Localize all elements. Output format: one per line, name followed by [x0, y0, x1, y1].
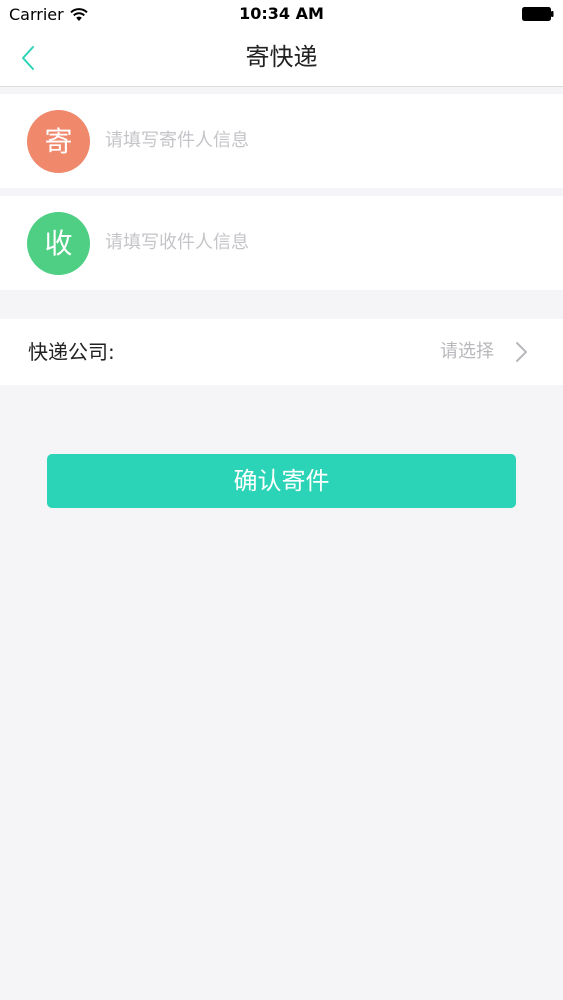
battery-icon [522, 7, 554, 21]
chevron-right-icon [516, 342, 527, 362]
status-time: 10:34 AM [239, 4, 324, 23]
confirm-send-button[interactable]: 确认寄件 [47, 454, 516, 508]
courier-company-row[interactable]: 快递公司: 请选择 [0, 319, 563, 385]
courier-label: 快递公司: [28, 340, 115, 364]
sender-info-row[interactable]: 寄 请填写寄件人信息 [0, 94, 563, 188]
receiver-avatar: 收 [27, 212, 90, 275]
sender-avatar: 寄 [27, 110, 90, 173]
sender-placeholder: 请填写寄件人信息 [105, 130, 249, 151]
navigation-bar: 寄快递 [0, 30, 563, 87]
receiver-placeholder: 请填写收件人信息 [105, 232, 249, 253]
status-bar: Carrier 10:34 AM [0, 0, 563, 30]
page-title: 寄快递 [245, 43, 318, 71]
courier-select-value: 请选择 [440, 341, 494, 362]
receiver-info-row[interactable]: 收 请填写收件人信息 [0, 196, 563, 290]
